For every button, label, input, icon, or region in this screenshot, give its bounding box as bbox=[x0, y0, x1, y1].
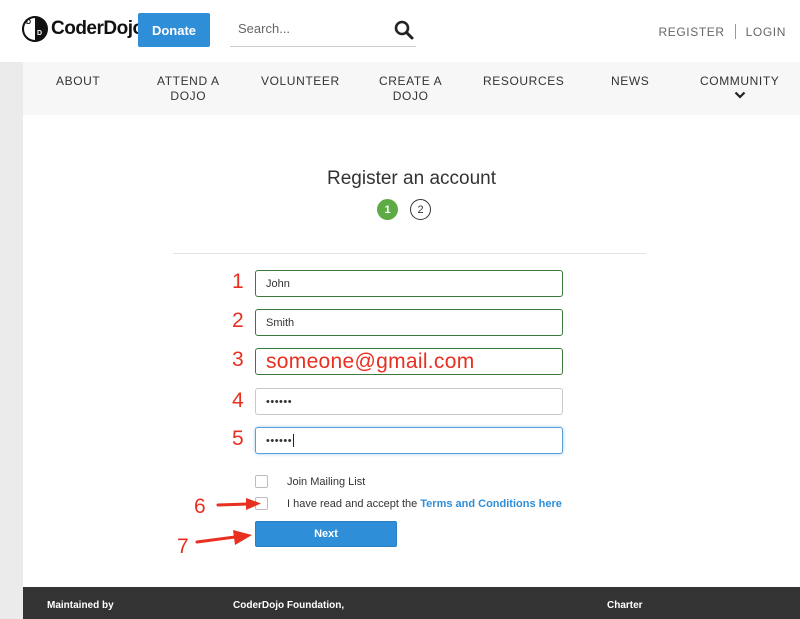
register-panel: Register an account 1 2 1 2 3 4 5 John S… bbox=[23, 115, 800, 587]
annotation-number-3: 3 bbox=[232, 348, 244, 371]
annotation-number-5: 5 bbox=[232, 427, 244, 450]
nav-item-about[interactable]: ABOUT bbox=[56, 74, 100, 89]
mailing-list-checkbox[interactable] bbox=[255, 475, 268, 488]
password-field[interactable]: •••••• bbox=[255, 388, 563, 415]
next-button[interactable]: Next bbox=[255, 521, 397, 547]
search-input[interactable] bbox=[238, 21, 388, 36]
first-name-field[interactable]: John bbox=[255, 270, 563, 297]
footer-foundation[interactable]: CoderDojo Foundation, bbox=[233, 600, 344, 611]
auth-divider bbox=[734, 24, 736, 39]
nav-label: ATTEND A DOJO bbox=[157, 74, 220, 103]
footer-maintained-by: Maintained by bbox=[47, 600, 114, 611]
annotation-number-6: 6 bbox=[194, 495, 206, 518]
page-title: Register an account bbox=[327, 168, 496, 189]
annotation-arrow-icon bbox=[195, 530, 252, 545]
text-cursor bbox=[293, 434, 295, 447]
annotation-number-4: 4 bbox=[232, 389, 244, 412]
donate-button[interactable]: Donate bbox=[138, 13, 210, 47]
nav-item-create-a-dojo[interactable]: CREATE A DOJO bbox=[379, 74, 442, 104]
chevron-down-icon bbox=[734, 91, 745, 99]
coderdojo-logo-icon: D D bbox=[22, 16, 48, 42]
annotation-arrow-icon bbox=[216, 498, 261, 510]
nav-item-community[interactable]: COMMUNITY bbox=[700, 74, 779, 99]
nav-item-resources[interactable]: RESOURCES bbox=[483, 74, 564, 89]
footer: Maintained by CoderDojo Foundation, Char… bbox=[23, 587, 800, 619]
nav-item-news[interactable]: NEWS bbox=[611, 74, 649, 89]
mailing-list-row: Join Mailing List bbox=[255, 475, 365, 488]
step-indicator-2: 2 bbox=[410, 199, 431, 220]
nav-label: COMMUNITY bbox=[700, 74, 780, 88]
search-box bbox=[230, 14, 416, 47]
footer-charter[interactable]: Charter bbox=[607, 600, 643, 611]
main-nav: ABOUT ATTEND A DOJO VOLUNTEER CREATE A DOJ… bbox=[23, 62, 800, 115]
step-indicator-1: 1 bbox=[377, 199, 398, 220]
last-name-field[interactable]: Smith bbox=[255, 309, 563, 336]
terms-link[interactable]: Terms and Conditions here bbox=[420, 498, 562, 510]
annotation-number-2: 2 bbox=[232, 309, 244, 332]
confirm-password-field[interactable]: •••••• bbox=[255, 427, 563, 454]
search-icon[interactable] bbox=[394, 20, 414, 40]
coderdojo-logo[interactable]: D D CoderDojo bbox=[22, 16, 144, 42]
email-value: someone@gmail.com bbox=[266, 349, 475, 373]
annotation-number-7: 7 bbox=[177, 535, 189, 558]
email-field[interactable]: someone@gmail.com bbox=[255, 348, 563, 375]
nav-label: CREATE A DOJO bbox=[379, 74, 443, 103]
logo-text: CoderDojo bbox=[51, 18, 144, 39]
register-link[interactable]: REGISTER bbox=[659, 25, 725, 39]
login-link[interactable]: LOGIN bbox=[746, 25, 786, 39]
terms-row: I have read and accept the Terms and Con… bbox=[255, 497, 562, 510]
nav-item-attend-a-dojo[interactable]: ATTEND A DOJO bbox=[157, 74, 220, 104]
terms-label: I have read and accept the bbox=[287, 497, 418, 510]
annotation-number-1: 1 bbox=[232, 270, 244, 293]
top-header: D D CoderDojo Donate REGISTER LOGIN bbox=[0, 0, 800, 62]
divider bbox=[173, 253, 646, 254]
auth-links: REGISTER LOGIN bbox=[659, 24, 787, 39]
nav-item-volunteer[interactable]: VOLUNTEER bbox=[261, 74, 340, 89]
mailing-list-label: Join Mailing List bbox=[287, 475, 366, 488]
